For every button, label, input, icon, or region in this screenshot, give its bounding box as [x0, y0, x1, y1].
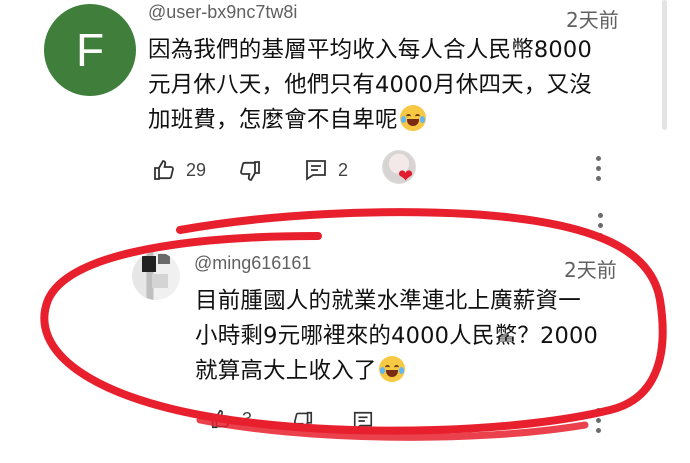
avatar[interactable]: F — [44, 4, 136, 96]
comment-line: 元月休八天，他們只有4000月休四天，又沒 — [148, 72, 592, 98]
more-vert-icon[interactable] — [596, 408, 602, 438]
dislike-button[interactable] — [238, 159, 262, 187]
comment-author[interactable]: @ming616161 — [194, 253, 311, 274]
scrollbar[interactable] — [662, 0, 667, 130]
laughing-emoji — [378, 356, 405, 382]
heart-icon: ❤ — [398, 166, 414, 187]
comment-time: 2天前 — [564, 258, 617, 282]
avatar[interactable] — [132, 252, 180, 300]
reply-button[interactable] — [352, 410, 374, 436]
thumbs-down-icon — [238, 161, 262, 187]
comment-line: 小時剩9元哪裡來的4000人民鱉？2000 — [195, 323, 599, 349]
reply-icon — [352, 411, 374, 436]
comment-body: 目前腫國人的就業水準連北上廣薪資一 小時剩9元哪裡來的4000人民鱉？2000 … — [195, 284, 598, 389]
comment-author[interactable]: @user-bx9nc7tw8i — [148, 2, 297, 23]
comment-time: 2天前 — [566, 8, 619, 32]
comment-line: 就算高大上收入了 — [195, 354, 598, 389]
comment-line: 加班費，怎麼會不自卑呢 — [148, 103, 592, 138]
like-button[interactable]: 3 — [210, 408, 252, 430]
dislike-button[interactable] — [292, 410, 314, 436]
reply-icon — [304, 158, 328, 182]
like-count: 3 — [242, 408, 253, 429]
laughing-emoji — [399, 105, 426, 131]
thumbs-up-icon — [210, 408, 232, 430]
avatar-letter: F — [75, 24, 105, 76]
thumbs-down-icon — [292, 411, 314, 436]
like-count: 29 — [186, 159, 207, 180]
comment-line: 因為我們的基層平均收入每人合人民幣8000 — [148, 37, 592, 63]
reply-count: 2 — [338, 159, 349, 180]
thumbs-up-icon — [152, 158, 176, 182]
reply-button[interactable]: 2 — [304, 158, 348, 182]
comment-body: 因為我們的基層平均收入每人合人民幣8000 元月休八天，他們只有4000月休四天… — [148, 33, 592, 138]
comment-line: 目前腫國人的就業水準連北上廣薪資一 — [195, 288, 581, 314]
like-button[interactable]: 29 — [152, 158, 206, 182]
more-vert-icon[interactable] — [598, 213, 604, 243]
more-vert-icon[interactable] — [596, 156, 602, 186]
